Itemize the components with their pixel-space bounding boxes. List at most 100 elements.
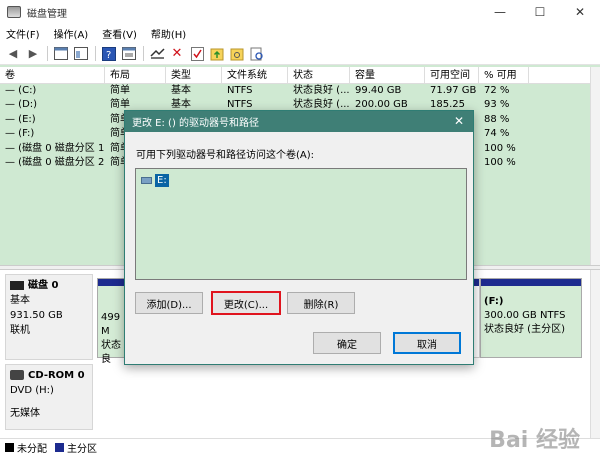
drive-path-label: E: (155, 174, 169, 187)
volume-name: — (磁盘 0 磁盘分区 1) (5, 142, 105, 154)
folder-up-icon[interactable] (209, 46, 225, 62)
help-icon[interactable]: ? (101, 46, 117, 62)
watermark: Bai 经验 (489, 428, 580, 453)
dialog-body: 可用下列驱动器号和路径访问这个卷(A): E: 添加(D)... 更改(C)..… (125, 132, 473, 364)
dialog-close-button[interactable]: ✕ (451, 113, 467, 129)
dialog-prompt: 可用下列驱动器号和路径访问这个卷(A): (136, 150, 315, 161)
toolbar-separator (95, 46, 96, 61)
add-button[interactable]: 添加(D)... (135, 292, 203, 314)
search-icon[interactable] (249, 46, 265, 62)
partition-f-name: (F:) (484, 296, 504, 307)
disk-map-scrollbar[interactable] (590, 270, 600, 438)
volume-capacity: 99.40 GB (355, 85, 402, 96)
toolbar: ◀ ▶ ? ✕ (0, 43, 600, 65)
menu-help[interactable]: 帮助(H) (151, 26, 186, 41)
volume-percent: 72 % (484, 85, 510, 96)
cdrom-0-status: 无媒体 (10, 408, 40, 419)
column-header-free-space[interactable]: 可用空间 (425, 67, 479, 83)
volume-percent: 88 % (484, 113, 510, 125)
toolbar-separator (143, 46, 144, 61)
view-pane-icon[interactable] (73, 46, 89, 62)
cdrom-0-label[interactable]: CD-ROM 0 DVD (H:) 无媒体 (5, 364, 93, 430)
connect-icon[interactable] (149, 46, 165, 62)
back-arrow-icon[interactable]: ◀ (5, 46, 21, 62)
volume-percent: 100 % (484, 142, 516, 154)
column-header-layout[interactable]: 布局 (105, 67, 166, 83)
cancel-button[interactable]: 取消 (393, 332, 461, 354)
cdrom-0-name: CD-ROM 0 (28, 370, 85, 381)
drive-path-list[interactable]: E: (135, 168, 467, 280)
partition-status: 状态良 (101, 340, 121, 365)
dialog-title: 更改 E: () 的驱动器号和路径 (132, 118, 260, 129)
volume-list-scrollbar[interactable] (590, 67, 600, 265)
menu-file[interactable]: 文件(F) (6, 26, 40, 41)
properties-icon[interactable] (53, 46, 69, 62)
check-icon[interactable] (189, 46, 205, 62)
partition-f-status: 状态良好 (主分区) (484, 324, 565, 335)
close-button[interactable]: ✕ (560, 0, 600, 24)
primary-swatch (55, 442, 64, 452)
volume-list-header: 卷 布局 类型 文件系统 状态 容量 可用空间 % 可用 (0, 67, 598, 84)
volume-name: — (C:) (5, 85, 37, 96)
minimize-button[interactable]: — (480, 0, 520, 24)
volume-status: 状态良好 (... (293, 85, 350, 96)
column-header-status[interactable]: 状态 (288, 67, 350, 83)
disk-0-name: 磁盘 0 (28, 280, 59, 291)
column-header-filesystem[interactable]: 文件系统 (222, 67, 288, 83)
window-titlebar: 磁盘管理 — ☐ ✕ (0, 0, 600, 24)
window-controls: — ☐ ✕ (480, 0, 600, 24)
partition-f-size: 300.00 GB NTFS (484, 310, 566, 321)
delete-icon[interactable]: ✕ (169, 46, 185, 62)
volume-name: — (F:) (5, 128, 35, 140)
disk-0-status: 联机 (10, 325, 30, 336)
drive-icon (141, 177, 152, 184)
ok-button[interactable]: 确定 (313, 332, 381, 354)
menu-view[interactable]: 查看(V) (102, 26, 137, 41)
column-header-type[interactable]: 类型 (166, 67, 222, 83)
column-header-volume[interactable]: 卷 (0, 67, 105, 83)
volume-name: — (磁盘 0 磁盘分区 2) (5, 156, 105, 168)
column-header-percent-free[interactable]: % 可用 (479, 67, 529, 83)
table-row[interactable]: — (C:) 简单 基本 NTFS 状态良好 (... 99.40 GB 71.… (0, 84, 598, 98)
volume-percent: 93 % (484, 99, 510, 111)
volume-percent: 74 % (484, 128, 510, 140)
partition-size: 499 M (101, 312, 121, 337)
primary-partition-bar (481, 279, 581, 286)
change-drive-letter-dialog: 更改 E: () 的驱动器号和路径 ✕ 可用下列驱动器号和路径访问这个卷(A):… (124, 110, 474, 365)
status-bar (0, 455, 600, 475)
volume-name: — (E:) (5, 113, 36, 125)
legend-unallocated: 未分配 (17, 443, 47, 455)
menu-action[interactable]: 操作(A) (54, 26, 89, 41)
disk-0-partition-f[interactable]: (F:) 300.00 GB NTFS 状态良好 (主分区) (480, 278, 582, 358)
find-folder-icon[interactable] (229, 46, 245, 62)
list-item[interactable]: E: (141, 174, 169, 187)
volume-filesystem: NTFS (227, 85, 253, 96)
cdrom-0-drive: DVD (H:) (10, 385, 54, 396)
volume-layout: 简单 (110, 85, 130, 96)
console-icon[interactable] (121, 46, 137, 62)
remove-button[interactable]: 删除(R) (287, 292, 355, 314)
disk-icon (10, 280, 24, 290)
disk-0-partition-1[interactable]: 499 M 状态良 (97, 278, 125, 365)
disk-management-app-icon (7, 6, 21, 18)
svg-text:?: ? (106, 50, 111, 61)
disk-0-size: 931.50 GB (10, 310, 63, 321)
volume-percent: 100 % (484, 156, 516, 168)
change-button[interactable]: 更改(C)... (211, 291, 281, 315)
primary-partition-bar (98, 279, 124, 286)
maximize-button[interactable]: ☐ (520, 0, 560, 24)
cdrom-icon (10, 370, 24, 380)
disk-0-label[interactable]: 磁盘 0 基本 931.50 GB 联机 (5, 274, 93, 360)
dialog-titlebar: 更改 E: () 的驱动器号和路径 ✕ (125, 111, 473, 132)
legend-primary: 主分区 (67, 443, 97, 455)
unallocated-swatch (5, 442, 14, 452)
volume-name: — (D:) (5, 99, 38, 111)
window-title: 磁盘管理 (27, 8, 67, 20)
disk-0-type: 基本 (10, 295, 30, 306)
column-header-capacity[interactable]: 容量 (350, 67, 425, 83)
menu-bar: 文件(F) 操作(A) 查看(V) 帮助(H) (0, 24, 600, 43)
volume-type: 基本 (171, 85, 191, 96)
toolbar-separator (47, 46, 48, 61)
forward-arrow-icon[interactable]: ▶ (25, 46, 41, 62)
volume-free: 71.97 GB (430, 85, 477, 96)
